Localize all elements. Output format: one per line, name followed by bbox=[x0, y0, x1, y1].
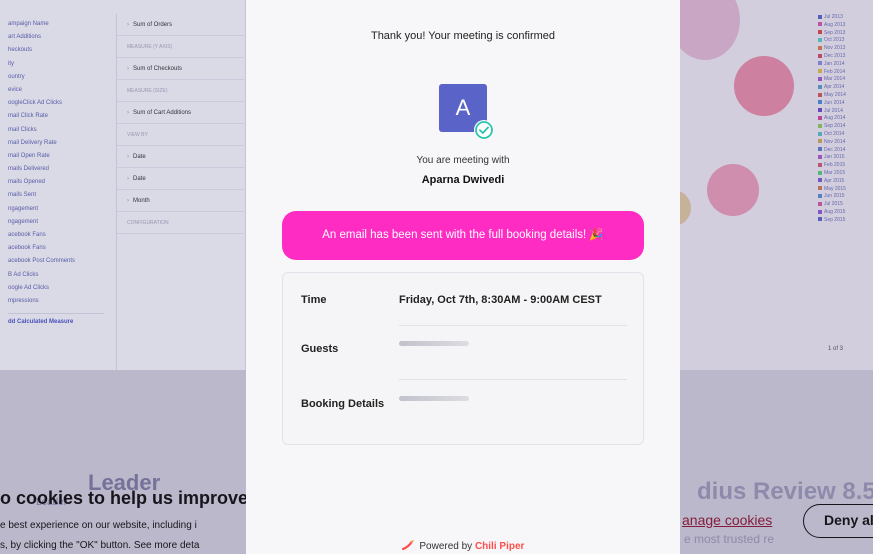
meeting-with-label: You are meeting with bbox=[416, 155, 510, 166]
check-circle-icon bbox=[474, 120, 494, 140]
row-divider bbox=[399, 325, 627, 326]
guests-label: Guests bbox=[301, 343, 339, 355]
email-sent-notice: An email has been sent with the full boo… bbox=[282, 211, 644, 260]
booking-details-value-redacted bbox=[399, 396, 469, 401]
chili-pepper-icon bbox=[401, 540, 420, 552]
host-name: Aparna Dwivedi bbox=[421, 174, 505, 186]
time-label: Time bbox=[301, 294, 327, 306]
confirmation-title: Thank you! Your meeting is confirmed bbox=[370, 30, 556, 42]
booking-details-card: Time Friday, Oct 7th, 8:30AM - 9:00AM CE… bbox=[282, 272, 644, 445]
time-value: Friday, Oct 7th, 8:30AM - 9:00AM CEST bbox=[399, 294, 602, 306]
booking-confirmation-modal: Thank you! Your meeting is confirmed A Y… bbox=[246, 0, 680, 554]
powered-by-footer: Powered by Chili Piper bbox=[246, 540, 680, 552]
chili-piper-brand-link[interactable]: Chili Piper bbox=[475, 541, 524, 552]
powered-by-label: Powered by bbox=[419, 541, 475, 552]
row-divider bbox=[399, 379, 627, 380]
booking-details-label: Booking Details bbox=[301, 398, 385, 410]
guests-value-redacted bbox=[399, 341, 469, 346]
